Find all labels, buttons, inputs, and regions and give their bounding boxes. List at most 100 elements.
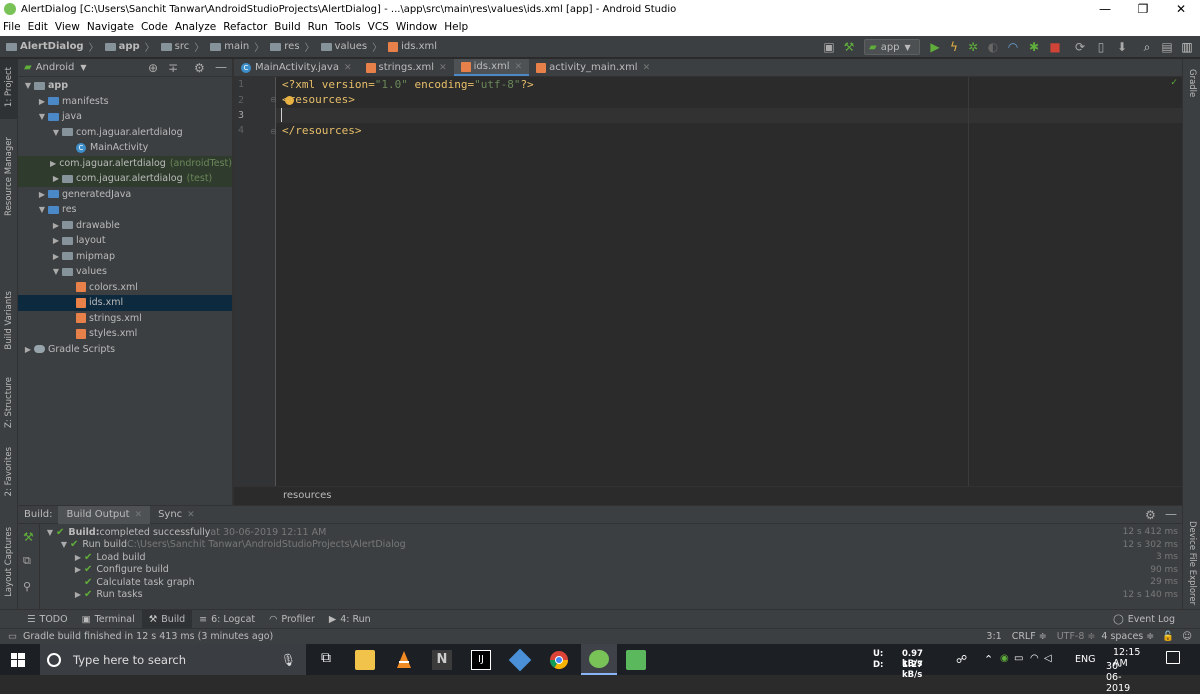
- tool-tab-build-variants[interactable]: Build Variants: [4, 291, 14, 350]
- tree-item[interactable]: CMainActivity: [18, 140, 232, 156]
- tree-item[interactable]: ▶generatedJava: [18, 187, 232, 203]
- close-tab-icon[interactable]: ✕: [643, 63, 651, 73]
- menu-vcs[interactable]: VCS: [365, 21, 393, 33]
- avd-manager-icon[interactable]: ▯: [1094, 40, 1108, 54]
- tree-item[interactable]: ▶com.jaguar.alertdialog(test): [18, 171, 232, 187]
- tree-item[interactable]: ▼app: [18, 78, 232, 94]
- tool-tab-project[interactable]: 1: Project: [4, 67, 14, 107]
- project-structure-icon[interactable]: ▣: [822, 40, 836, 54]
- tool-tab-layout-captures[interactable]: Layout Captures: [4, 527, 14, 597]
- tree-item[interactable]: ▶com.jaguar.alertdialog(androidTest): [18, 156, 232, 172]
- tool-tab-structure[interactable]: Z: Structure: [4, 377, 14, 428]
- people-icon[interactable]: ☍: [956, 653, 967, 666]
- expand-arrow-icon[interactable]: ▼: [50, 128, 62, 137]
- tool-button-todo[interactable]: ☰TODO: [20, 610, 75, 629]
- menu-build[interactable]: Build: [271, 21, 304, 33]
- terminal-icon[interactable]: ▥: [1180, 40, 1194, 54]
- breadcrumb-file[interactable]: ids.xml: [388, 41, 437, 52]
- build-row-run-tasks[interactable]: ▶✔Run tasks: [72, 589, 143, 602]
- pin-icon[interactable]: ⚲: [23, 580, 31, 593]
- windows-start-icon[interactable]: [11, 653, 25, 667]
- tool-button-profiler[interactable]: ◠Profiler: [262, 610, 322, 629]
- locate-icon[interactable]: ⊕: [148, 61, 158, 75]
- build-row-completed[interactable]: ▼✔Build: completed successfully at 30-06…: [44, 526, 326, 539]
- tray-app-icon[interactable]: ◉: [1000, 653, 1009, 664]
- collapse-arrow-icon[interactable]: ▶: [22, 345, 34, 354]
- build-row-calculate-task-graph[interactable]: ✔Calculate task graph: [84, 576, 195, 589]
- close-tab-icon[interactable]: ✕: [439, 63, 447, 73]
- tree-item[interactable]: ▼java: [18, 109, 232, 125]
- language-indicator[interactable]: ENG: [1075, 654, 1095, 665]
- build-row-load-build[interactable]: ▶✔Load build: [72, 551, 146, 564]
- tool-tab-gradle[interactable]: Gradle: [1187, 69, 1197, 97]
- run-icon[interactable]: ▶: [928, 40, 942, 54]
- menu-analyze[interactable]: Analyze: [172, 21, 220, 33]
- collapse-arrow-icon[interactable]: ▶: [50, 236, 62, 245]
- menu-run[interactable]: Run: [305, 21, 332, 33]
- tree-item[interactable]: ▶layout: [18, 233, 232, 249]
- build-row-run-build[interactable]: ▼✔Run build C:\Users\Sanchit Tanwar\Andr…: [58, 539, 406, 552]
- tool-button-event-log[interactable]: ◯Event Log: [1106, 610, 1182, 629]
- tab-ids-xml[interactable]: ids.xml✕: [454, 59, 530, 76]
- close-tab-icon[interactable]: ✕: [187, 510, 195, 520]
- android-studio-taskbar-button[interactable]: [581, 644, 617, 675]
- tree-item[interactable]: ▼com.jaguar.alertdialog: [18, 125, 232, 141]
- project-view-select[interactable]: Android: [36, 62, 75, 73]
- menu-file[interactable]: File: [0, 21, 25, 33]
- collapse-arrow-icon[interactable]: ▶: [36, 190, 48, 199]
- breadcrumb-src[interactable]: src〉: [161, 39, 205, 54]
- menu-view[interactable]: View: [52, 21, 84, 33]
- breadcrumb-main[interactable]: main〉: [210, 39, 264, 54]
- vlc-icon[interactable]: [394, 650, 414, 670]
- lock-icon[interactable]: 🔓: [1162, 631, 1174, 642]
- collapse-arrow-icon[interactable]: ▶: [50, 174, 62, 183]
- tree-item[interactable]: strings.xml: [18, 311, 232, 327]
- status-message[interactable]: Gradle build finished in 12 s 413 ms (3 …: [23, 631, 273, 642]
- menu-refactor[interactable]: Refactor: [220, 21, 271, 33]
- tab-activity-main-xml[interactable]: activity_main.xml✕: [529, 59, 657, 76]
- tree-item[interactable]: ids.xml: [18, 295, 232, 311]
- tree-item[interactable]: ▶mipmap: [18, 249, 232, 265]
- attach-debugger-icon[interactable]: ◐: [986, 40, 1000, 54]
- notion-icon[interactable]: N: [432, 650, 452, 670]
- intellij-icon[interactable]: IJ: [471, 650, 491, 670]
- debug-icon[interactable]: ✲: [966, 40, 980, 54]
- microphone-icon[interactable]: 🎙: [281, 653, 296, 667]
- intention-bulb-icon[interactable]: [285, 96, 294, 105]
- menu-code[interactable]: Code: [138, 21, 172, 33]
- virtualbox-icon[interactable]: [509, 649, 532, 672]
- app-icon[interactable]: [626, 650, 646, 670]
- tool-tab-device-file-explorer[interactable]: Device File Explorer: [1187, 521, 1197, 605]
- breadcrumb-res[interactable]: res〉: [270, 39, 314, 54]
- breadcrumb-values[interactable]: values〉: [321, 39, 383, 54]
- breadcrumb-app[interactable]: app〉: [105, 39, 155, 54]
- run-config-select[interactable]: ▰app▼: [864, 39, 920, 55]
- tab-sync[interactable]: Sync✕: [150, 506, 203, 524]
- profile-icon[interactable]: ◠: [1006, 40, 1020, 54]
- chevron-up-icon[interactable]: ⌃: [984, 653, 993, 666]
- expand-arrow-icon[interactable]: ▼: [50, 267, 62, 276]
- menu-window[interactable]: Window: [393, 21, 441, 33]
- minimize-button[interactable]: —: [1086, 0, 1124, 18]
- file-explorer-icon[interactable]: [355, 650, 375, 670]
- tree-item[interactable]: ▶Gradle Scripts: [18, 342, 232, 358]
- chrome-icon[interactable]: [549, 650, 569, 670]
- rebuild-hammer-icon[interactable]: ⚒: [23, 530, 34, 544]
- tab-mainactivity-java[interactable]: CMainActivity.java✕: [234, 59, 359, 76]
- tree-item[interactable]: styles.xml: [18, 326, 232, 342]
- taskbar-search-box[interactable]: Type here to search 🎙: [40, 644, 306, 675]
- collapse-all-icon[interactable]: ∓: [168, 61, 178, 75]
- search-icon[interactable]: ⌕: [1140, 40, 1154, 54]
- tab-build-output[interactable]: Build Output✕: [58, 506, 150, 524]
- caret-position[interactable]: 3:1: [986, 631, 1001, 642]
- tool-tab-resource-manager[interactable]: Resource Manager: [4, 137, 14, 216]
- wifi-icon[interactable]: ◠: [1030, 653, 1039, 664]
- status-panel-icon[interactable]: ▭: [8, 631, 17, 642]
- encoding-select[interactable]: UTF-8 ≑: [1057, 631, 1096, 642]
- coverage-icon[interactable]: ✱: [1027, 40, 1041, 54]
- maximize-button[interactable]: ❐: [1124, 0, 1162, 18]
- tree-item[interactable]: ▼values: [18, 264, 232, 280]
- editor-gutter[interactable]: 1 2 3 4 ⊖ ⊖: [234, 77, 276, 486]
- tool-button-build[interactable]: ⚒Build: [142, 610, 192, 629]
- task-view-icon[interactable]: ⧉: [316, 650, 336, 670]
